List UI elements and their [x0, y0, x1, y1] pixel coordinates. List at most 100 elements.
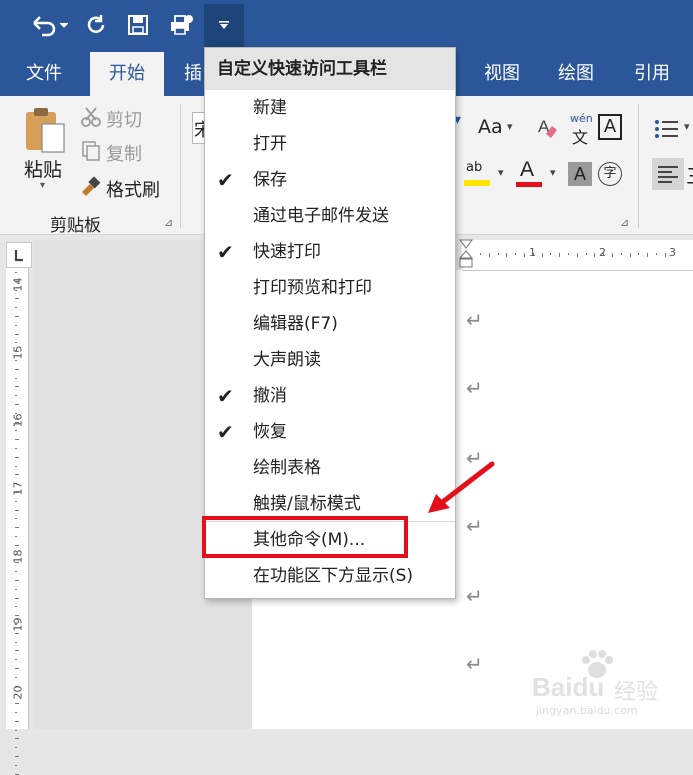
ruler-tick [15, 474, 19, 476]
text-highlight-button[interactable]: ab [464, 160, 490, 188]
menu-item[interactable]: ✔ 保存 [205, 162, 455, 198]
format-painter-button[interactable]: 格式刷 [106, 176, 160, 202]
ruler-number: 19 [11, 617, 25, 632]
phonetic-guide-button[interactable]: wén 文 [568, 112, 596, 147]
cut-button[interactable]: 剪切 [106, 106, 142, 132]
ruler-tick [550, 253, 552, 255]
ruler-tick [15, 404, 19, 405]
menu-item[interactable]: 打开 [205, 126, 455, 162]
customize-dropdown-icon [218, 20, 230, 33]
ruler-tick [15, 456, 19, 458]
ruler-tick [15, 720, 19, 722]
menu-item[interactable]: 大声朗读 [205, 342, 455, 378]
watermark-brand: Baidu [532, 672, 605, 702]
watermark-url: jingyan.baidu.com [536, 704, 638, 717]
ruler-tick [15, 333, 19, 335]
format-painter-icon[interactable] [78, 174, 102, 198]
ruler-tick [15, 342, 17, 344]
menu-item[interactable]: ✔ 快速打印 [205, 234, 455, 270]
ruler-tick [612, 253, 613, 257]
save-icon[interactable] [124, 10, 152, 40]
menu-item-label: 大声朗读 [253, 350, 321, 370]
ruler-number: 3 [669, 246, 676, 259]
menu-item[interactable]: ✔ 恢复 [205, 414, 455, 450]
enclose-characters-button[interactable]: 字 [598, 162, 622, 186]
customize-qat-button[interactable] [204, 4, 244, 48]
ruler-tick [15, 368, 19, 370]
ruler-tick [15, 298, 19, 300]
ruler-number: 20 [11, 685, 25, 700]
font-color-swatch [516, 182, 542, 187]
copy-button[interactable]: 复制 [106, 140, 142, 166]
ruler-tick [515, 253, 517, 255]
ruler-tick [15, 650, 19, 652]
ruler-tick [15, 324, 17, 326]
ruler-tick [480, 253, 481, 255]
redo-icon[interactable] [82, 10, 110, 40]
character-shading-button[interactable]: A [568, 162, 592, 186]
cut-icon[interactable] [80, 106, 102, 128]
menu-item[interactable]: 在功能区下方显示(S) [205, 558, 455, 594]
ruler-tick [15, 465, 17, 467]
menu-item-label: 编辑器(F7) [253, 314, 338, 334]
menu-item[interactable]: 通过电子邮件发送 [205, 198, 455, 234]
tab-selector-button[interactable] [6, 242, 32, 268]
checkmark-icon: ✔ [217, 240, 234, 264]
menu-item-label: 在功能区下方显示(S) [253, 566, 414, 586]
paste-dropdown-icon[interactable]: ▾ [40, 180, 45, 191]
change-case-button[interactable]: Aa [478, 116, 503, 138]
bullets-dropdown-icon[interactable]: ▾ [684, 120, 690, 133]
tab-references[interactable]: 引用 [634, 52, 670, 96]
menu-item[interactable]: ✔ 撤消 [205, 378, 455, 414]
quick-print-icon[interactable] [166, 10, 196, 40]
ruler-tick [15, 606, 17, 608]
paragraph-mark: ↵ [466, 652, 483, 676]
bullets-icon[interactable] [654, 118, 680, 140]
indent-marker-icon[interactable] [458, 238, 474, 270]
menu-item[interactable]: 绘制表格 [205, 450, 455, 486]
ruler-number: 16 [11, 413, 25, 428]
align-left-button[interactable] [652, 158, 684, 190]
ruler-tick [524, 253, 525, 257]
tab-home[interactable]: 开始 [90, 52, 164, 96]
tab-insert[interactable]: 插 [184, 52, 202, 96]
text-highlight-dropdown-icon[interactable]: ▾ [498, 166, 504, 179]
ruler-tick [15, 641, 17, 643]
ruler-tick [15, 712, 17, 713]
menu-header: 自定义快速访问工具栏 [205, 48, 455, 90]
font-color-dropdown-icon[interactable]: ▾ [550, 166, 556, 179]
ruler-tick [585, 253, 587, 255]
ruler-tick [15, 307, 17, 309]
tab-view[interactable]: 视图 [484, 52, 520, 96]
ruler-tick [15, 676, 17, 678]
tab-file[interactable]: 文件 [26, 52, 62, 96]
font-launcher-icon[interactable]: ⊿ [620, 216, 629, 229]
paste-button[interactable]: 粘贴 [24, 155, 62, 182]
ruler-tick [620, 253, 622, 255]
ruler-tick [15, 738, 19, 740]
menu-item[interactable]: 编辑器(F7) [205, 306, 455, 342]
ruler-tick [506, 253, 508, 257]
clipboard-launcher-icon[interactable]: ⊿ [164, 216, 173, 229]
character-border-button[interactable]: A [598, 114, 622, 140]
menu-item-label: 通过电子邮件发送 [253, 206, 389, 226]
ruler-tick [15, 509, 19, 511]
change-case-dropdown-icon[interactable]: ▾ [507, 120, 513, 133]
copy-icon[interactable] [80, 140, 102, 162]
ruler-tick [15, 668, 19, 669]
ruler-tick [15, 632, 19, 634]
menu-item-label: 恢复 [253, 422, 287, 442]
menu-item[interactable]: 新建 [205, 90, 455, 126]
para-partial: 三 [686, 160, 693, 189]
tab-draw[interactable]: 绘图 [558, 52, 594, 96]
ruler-tick [15, 544, 19, 546]
menu-item[interactable]: 打印预览和打印 [205, 270, 455, 306]
clear-formatting-icon[interactable]: A [536, 114, 560, 140]
undo-icon[interactable] [26, 10, 70, 40]
menu-item-label: 打印预览和打印 [253, 278, 372, 298]
ruler-tick [15, 518, 17, 520]
paste-icon[interactable] [24, 106, 68, 156]
ruler-tick [15, 615, 19, 617]
checkmark-icon: ✔ [217, 168, 234, 192]
font-color-button[interactable]: A [516, 158, 542, 188]
